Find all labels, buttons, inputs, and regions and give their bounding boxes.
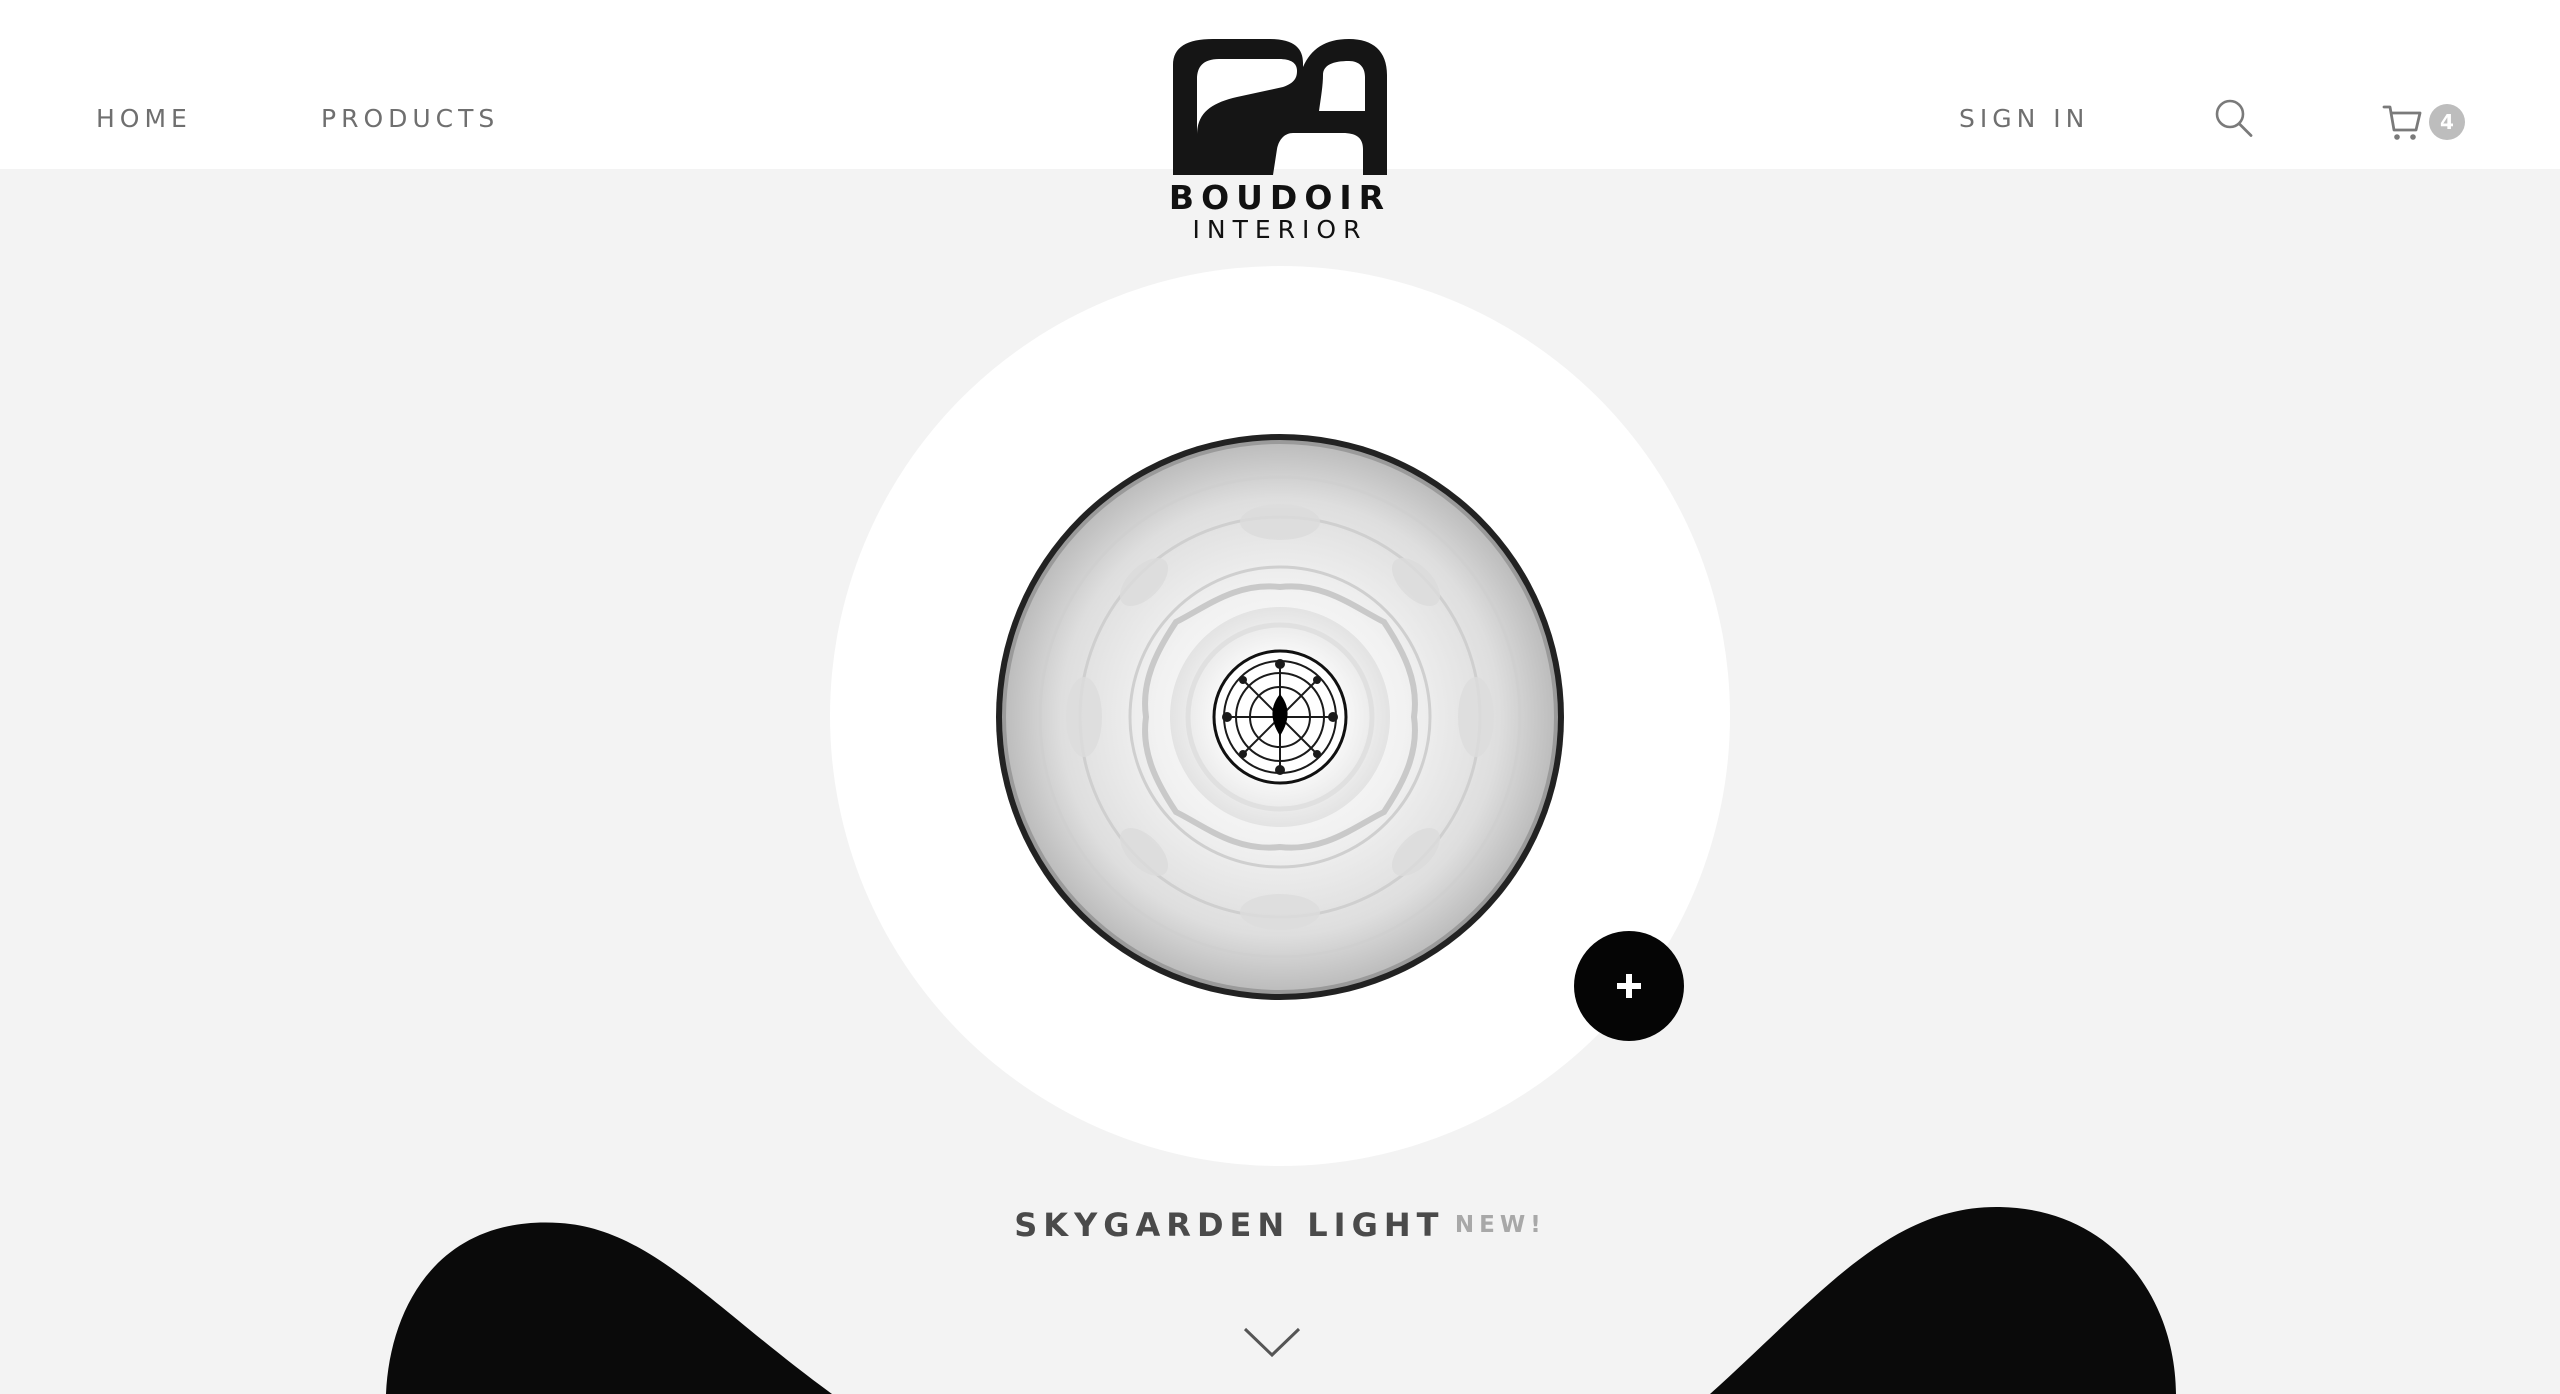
nav-products-link[interactable]: PRODUCTS [321, 103, 499, 135]
brand-logo[interactable]: BOUDOIR INTERIOR [1160, 32, 1400, 244]
shopping-cart-icon [2382, 102, 2426, 147]
cart-button[interactable]: 4 [2382, 100, 2466, 144]
skygarden-pendant-lamp-image[interactable] [994, 432, 1566, 1002]
product-name[interactable]: SKYGARDEN LIGHT [1014, 1206, 1444, 1244]
brand-name: BOUDOIR [1168, 178, 1392, 217]
search-icon[interactable] [2213, 98, 2255, 140]
cart-count-badge: 4 [2429, 104, 2465, 140]
product-title: SKYGARDEN LIGHT NEW! [0, 1206, 2560, 1244]
brand-subtitle: INTERIOR [1192, 215, 1368, 244]
chevron-down-icon[interactable] [1243, 1326, 1301, 1358]
b-monogram-icon [1173, 37, 1387, 180]
add-to-cart-button[interactable] [1574, 931, 1684, 1041]
new-badge: NEW! [1454, 1212, 1546, 1238]
page: HOME PRODUCTS SIGN IN 4 BOUDOIR INTERIOR… [0, 0, 2560, 1394]
nav-home-link[interactable]: HOME [96, 103, 192, 135]
sign-in-link[interactable]: SIGN IN [1959, 103, 2089, 135]
